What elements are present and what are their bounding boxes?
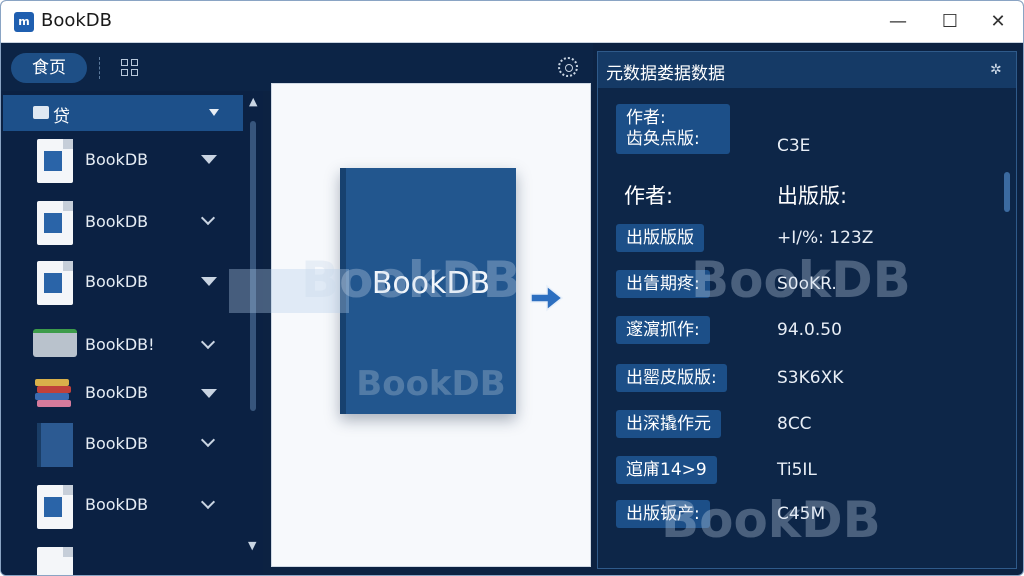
book-cover-watermark: BookDB <box>356 364 506 404</box>
metadata-title: 元数据娄据数据 <box>606 64 725 84</box>
metadata-header: 元数据娄据数据 ✲ <box>598 52 1016 88</box>
scroll-thumb[interactable] <box>250 121 256 411</box>
watermark-text: BookDB <box>661 491 881 549</box>
chevron-down-icon[interactable] <box>200 432 216 448</box>
watermark-text: BookDB <box>301 251 521 309</box>
grid-view-icon[interactable] <box>121 59 139 77</box>
sidebar-header[interactable]: 贷 <box>3 95 243 131</box>
book-preview-pane: BookDB BookDB <box>271 83 591 567</box>
folder-icon <box>33 106 49 119</box>
minimize-button[interactable]: — <box>883 9 913 35</box>
metadata-label-line: 作者: <box>626 108 666 128</box>
arrow-right-icon[interactable] <box>529 283 565 313</box>
scroll-down-icon[interactable]: ▼ <box>248 539 256 552</box>
chevron-down-icon[interactable] <box>201 277 217 286</box>
app-icon: m <box>14 12 34 32</box>
list-item-label: BookDB <box>85 150 149 169</box>
metadata-label: 邃濵抓作: <box>616 316 710 344</box>
metadata-heading-author: 作者: <box>624 184 674 208</box>
close-button[interactable]: ✕ <box>983 9 1013 35</box>
sidebar: 贷 BookDB BookDB BookDB BookDB! BookDB Bo… <box>1 91 263 575</box>
books-stack-thumbnail <box>35 379 73 407</box>
metadata-value: Ti5IL <box>777 460 817 480</box>
chevron-down-icon[interactable] <box>200 494 216 510</box>
metadata-label-line: 齿奂点版: <box>626 129 700 149</box>
document-thumbnail <box>37 485 73 529</box>
scroll-thumb[interactable] <box>1004 172 1010 212</box>
list-item[interactable]: BookDB <box>3 255 243 311</box>
chevron-down-icon[interactable] <box>200 334 216 350</box>
sidebar-header-label: 贷 <box>53 107 70 127</box>
document-thumbnail <box>37 139 73 183</box>
settings-icon[interactable]: ✲ <box>990 62 1002 78</box>
metadata-value: 8CC <box>777 414 812 434</box>
list-item[interactable]: BookDB <box>3 417 243 473</box>
scroll-up-icon[interactable]: ▲ <box>249 95 257 108</box>
metadata-label: 出罂皮版版: <box>616 364 727 392</box>
watermark-text: BookDB <box>691 251 911 309</box>
metadata-scrollbar[interactable] <box>1002 92 1012 562</box>
metadata-label: 逭庯14>9 <box>616 456 717 484</box>
chevron-down-icon[interactable] <box>201 389 217 398</box>
document-thumbnail <box>37 201 73 245</box>
metadata-value: +I/%: 123Z <box>777 228 874 248</box>
metadata-value: 94.0.50 <box>777 320 842 340</box>
chevron-down-icon[interactable] <box>200 210 216 226</box>
metadata-label: 作者: 齿奂点版: <box>616 104 730 154</box>
list-item[interactable] <box>3 539 243 575</box>
list-item[interactable]: BookDB <box>3 479 243 535</box>
window-title: BookDB <box>41 10 113 31</box>
app-window: m BookDB — ☐ ✕ 食页 贷 BookDB BookDB BookDB… <box>0 0 1024 576</box>
list-item-label: BookDB <box>85 212 149 231</box>
title-bar: m BookDB — ☐ ✕ <box>1 1 1023 43</box>
list-item-label: BookDB <box>85 434 149 453</box>
list-item-label: BookDB <box>85 272 149 291</box>
metadata-value: S3K6XK <box>777 368 844 388</box>
metadata-label: 出深撬作元 <box>616 410 721 438</box>
document-thumbnail <box>37 261 73 305</box>
maximize-button[interactable]: ☐ <box>935 9 965 35</box>
metadata-label: 出版版版 <box>616 224 704 252</box>
list-item[interactable]: BookDB <box>3 367 243 423</box>
list-item[interactable]: BookDB <box>3 195 243 251</box>
metadata-heading-publisher: 出版版: <box>777 184 848 208</box>
gear-icon[interactable] <box>558 57 578 77</box>
list-item-label: BookDB <box>85 495 149 514</box>
metadata-value: C3E <box>777 136 811 156</box>
document-thumbnail <box>37 547 73 575</box>
toolbar-divider <box>99 57 100 79</box>
chevron-down-icon[interactable] <box>209 109 219 116</box>
list-item[interactable]: BookDB <box>3 133 243 189</box>
list-item-label: BookDB! <box>85 335 155 354</box>
chevron-down-icon[interactable] <box>201 155 217 164</box>
folder-thumbnail <box>33 329 77 357</box>
home-tab[interactable]: 食页 <box>11 53 87 83</box>
list-item-label: BookDB <box>85 383 149 402</box>
book-thumbnail <box>37 423 73 467</box>
list-item[interactable]: BookDB! <box>3 315 243 371</box>
sidebar-scrollbar[interactable]: ▲ ▼ <box>247 95 259 555</box>
